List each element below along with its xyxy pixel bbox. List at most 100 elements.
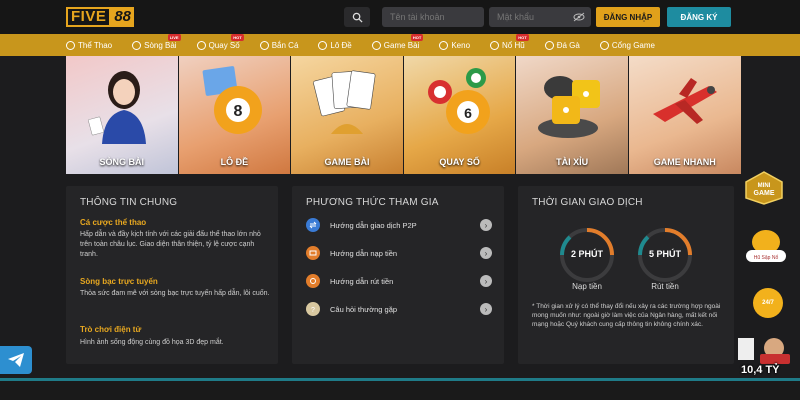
method-withdraw[interactable]: Hướng dẫn rút tiền ›	[306, 272, 492, 290]
mini-game-button[interactable]: MINI GAME	[742, 170, 786, 206]
panel-title: THỜI GIAN GIAO DỊCH	[532, 197, 643, 208]
eye-slash-icon[interactable]	[573, 12, 585, 22]
search-button[interactable]	[344, 7, 370, 27]
hot-badge: HOT	[410, 33, 424, 41]
game-card-lo-de[interactable]: 8 LÔ ĐỀ	[178, 56, 292, 174]
section-text: Thỏa sức đam mê với sòng bạc trực tuyến …	[80, 290, 270, 297]
methods-panel: PHƯƠNG THỨC THAM GIA Hướng dẫn giao dịch…	[292, 186, 504, 364]
method-label: Hướng dẫn nạp tiền	[330, 248, 398, 258]
game-card-game-nhanh[interactable]: GAME NHANH	[628, 56, 742, 174]
game-cards: SÒNG BÀI 8 LÔ ĐỀ GAME BÀI 6 QUAY SỐ TÀI …	[66, 56, 742, 174]
header: FIVE 88 ĐĂNG NHẬP ĐĂNG KÝ	[0, 0, 800, 34]
nav-item-ban-ca[interactable]: Bắn Cá	[259, 40, 299, 50]
live-badge: LIVE	[167, 33, 181, 41]
slot-icon	[490, 40, 500, 50]
football-icon	[66, 40, 75, 50]
game-label: QUAY SỐ	[439, 157, 480, 167]
timing-note: * Thời gian xử lý có thể thay đổi nếu xả…	[532, 303, 721, 328]
game-card-game-bai[interactable]: GAME BÀI	[291, 56, 404, 174]
nav-label: Bắn Cá	[271, 40, 299, 50]
nav-label: Sòng Bài	[144, 40, 177, 50]
card-game-icon	[371, 40, 381, 50]
support-label: 24/7	[762, 300, 774, 306]
nav-label: Quay Số	[208, 40, 240, 50]
svg-text:MINI: MINI	[758, 183, 771, 189]
method-faq[interactable]: ? Câu hỏi thường gặp ›	[306, 300, 492, 318]
nav-item-song-bai[interactable]: Sòng Bài LIVE	[132, 33, 181, 50]
timing-panel: THỜI GIAN GIAO DỊCH 2 PHÚT Nạp tiền 5 PH…	[518, 186, 734, 364]
method-p2p[interactable]: Hướng dẫn giao dịch P2P ›	[306, 216, 492, 234]
telegram-icon	[8, 353, 24, 367]
game-card-quay-so[interactable]: 6 QUAY SỐ	[403, 56, 517, 174]
p2p-icon	[306, 218, 320, 232]
dealer-illustration	[87, 71, 146, 144]
nav-label: Lô Đề	[330, 40, 352, 50]
register-button[interactable]: ĐĂNG KÝ	[667, 7, 731, 27]
method-label: Hướng dẫn rút tiền	[330, 276, 394, 286]
withdraw-label: Rút tiền	[651, 282, 679, 291]
nav-label: Đá Gà	[556, 40, 580, 50]
nav-item-da-ga[interactable]: Đá Gà	[544, 40, 580, 50]
lottery-balls-illustration: 6	[427, 68, 490, 134]
info-panel: THÔNG TIN CHUNG Cá cược thể thao Hấp dẫn…	[66, 186, 278, 364]
nav-item-keno[interactable]: Keno	[439, 40, 471, 50]
hot-badge: HOT	[231, 33, 244, 41]
nav-label: Game Bài	[383, 40, 420, 50]
method-label: Câu hỏi thường gặp	[330, 304, 398, 314]
nav-item-game-bai[interactable]: Game Bài HOT	[371, 33, 424, 50]
game-card-tai-xiu[interactable]: TÀI XỈU	[516, 56, 629, 174]
dice-illustration	[538, 76, 601, 138]
chevron-right-icon: ›	[480, 303, 492, 315]
jackpot-amount: 10,4 TỶ	[741, 364, 780, 376]
password-field[interactable]	[489, 7, 591, 27]
cards-icon	[132, 40, 142, 50]
chevron-right-icon: ›	[480, 275, 492, 287]
nav-label: Thể Thao	[78, 40, 113, 50]
logo[interactable]: FIVE 88	[66, 6, 135, 28]
login-button[interactable]: ĐĂNG NHẬP	[596, 7, 660, 27]
method-deposit[interactable]: Hướng dẫn nạp tiền ›	[306, 244, 492, 262]
gamepad-icon	[599, 40, 609, 50]
panel-title: PHƯƠNG THỨC THAM GIA	[306, 197, 439, 208]
deposit-label: Nạp tiền	[572, 282, 602, 291]
support-button[interactable]: 24/7	[753, 288, 783, 318]
svg-text:8: 8	[234, 103, 243, 120]
username-input[interactable]	[382, 7, 484, 27]
nav-item-the-thao[interactable]: Thể Thao	[66, 40, 113, 50]
ball-icon	[318, 40, 328, 50]
svg-text:Hũ Sập Nổ: Hũ Sập Nổ	[754, 254, 779, 261]
deposit-time: 2 PHÚT	[570, 249, 603, 259]
game-label: LÔ ĐỀ	[220, 157, 249, 167]
search-icon	[352, 12, 363, 23]
panel-title: THÔNG TIN CHUNG	[80, 197, 178, 208]
withdraw-icon	[306, 274, 320, 288]
nav-item-lo-de[interactable]: Lô Đề	[318, 40, 352, 50]
main-nav: Thể Thao Sòng Bài LIVE Quay Số HOT Bắn Cá …	[0, 33, 800, 56]
jackpot-pot-icon: Hũ Sập Nổ	[746, 230, 786, 262]
chevron-right-icon: ›	[480, 219, 492, 231]
jackpot-avatar-icon	[738, 338, 790, 364]
fish-icon	[259, 40, 269, 50]
game-label: SÒNG BÀI	[99, 157, 145, 167]
nav-item-quay-so[interactable]: Quay Số HOT	[196, 33, 244, 50]
rooster-icon	[544, 40, 554, 50]
game-card-song-bai[interactable]: SÒNG BÀI	[66, 56, 179, 174]
logo-text: FIVE	[66, 7, 112, 27]
no-hu-button[interactable]: Hũ Sập Nổ	[742, 222, 790, 268]
telegram-button[interactable]	[0, 346, 32, 374]
section-text: Hình ảnh sống động cùng đồ họa 3D đẹp mắ…	[80, 339, 224, 346]
svg-text:6: 6	[464, 105, 472, 121]
deposit-icon	[306, 246, 320, 260]
airplane-illustration	[652, 78, 717, 124]
section-heading: Sòng bạc trực tuyến	[80, 277, 158, 286]
withdraw-time: 5 PHÚT	[648, 249, 681, 259]
game-label: GAME NHANH	[653, 157, 716, 167]
svg-text:?: ?	[311, 307, 315, 313]
logo-number: 88	[111, 7, 135, 27]
nav-item-no-hu[interactable]: Nổ Hũ HOT	[490, 33, 529, 50]
lottery-ball-illustration: 8	[202, 66, 263, 134]
method-label: Hướng dẫn giao dịch P2P	[330, 220, 417, 230]
nav-label: Keno	[451, 40, 471, 50]
keno-icon	[439, 40, 449, 50]
nav-item-cong-game[interactable]: Cổng Game	[599, 40, 655, 50]
